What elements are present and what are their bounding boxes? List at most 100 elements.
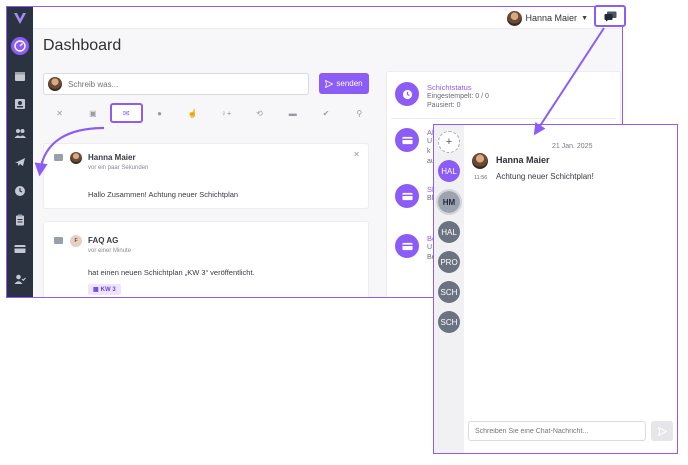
filter-alerts[interactable]: ● bbox=[143, 103, 176, 123]
caret-down-icon: ▼ bbox=[581, 14, 588, 22]
sidebar-item-team[interactable] bbox=[11, 124, 29, 142]
card-badge bbox=[395, 128, 419, 152]
sidebar-item-payments[interactable] bbox=[11, 240, 29, 258]
sidebar-item-user-check[interactable] bbox=[11, 270, 29, 288]
send-icon bbox=[657, 426, 667, 436]
calendar-icon: ▦ bbox=[93, 287, 99, 293]
close-x-icon: ✕ bbox=[56, 108, 63, 118]
top-bar: Hanna Maier ▼ bbox=[33, 7, 622, 29]
swap-icon: ⟲ bbox=[256, 108, 263, 118]
filter-swap[interactable]: ⟲ bbox=[243, 103, 276, 123]
envelope-icon bbox=[54, 154, 63, 161]
post-text: hat einen neuen Schichtplan „KW 3“ veröf… bbox=[88, 268, 255, 277]
clock-icon bbox=[402, 89, 412, 99]
avatar: F bbox=[70, 235, 82, 247]
send-button[interactable]: senden bbox=[319, 73, 369, 94]
sidebar-item-calendar[interactable] bbox=[11, 67, 29, 85]
status-line: Pausiert: 0 bbox=[427, 102, 461, 109]
chat-bubbles-icon bbox=[604, 11, 616, 22]
chat-contact[interactable]: PRO bbox=[438, 251, 460, 273]
chat-contact[interactable]: HAL bbox=[438, 221, 460, 243]
gauge-icon bbox=[14, 40, 26, 52]
message-time: 11:56 bbox=[474, 175, 488, 181]
credit-card-icon bbox=[401, 242, 413, 250]
close-icon[interactable]: ✕ bbox=[353, 150, 360, 159]
message-text: Achtung neuer Schichtplan! bbox=[496, 172, 594, 181]
post-time: vor ein paar Sekunden bbox=[88, 165, 149, 171]
calendar-icon bbox=[54, 237, 63, 244]
filter-all[interactable]: ✕ bbox=[43, 103, 76, 123]
logo-icon bbox=[14, 13, 26, 24]
chat-panel: + HAL HM HAL PRO SCH SCH 21 Jan. 2025 Ha… bbox=[433, 124, 678, 454]
chat-contact[interactable]: SCH bbox=[438, 311, 460, 333]
post-author: Hanna Maier bbox=[88, 153, 136, 162]
post-composer bbox=[43, 73, 309, 95]
location-pin-icon: ⚲ bbox=[356, 108, 363, 118]
panel-card-line: k bbox=[427, 148, 431, 155]
card-badge bbox=[395, 184, 419, 208]
feed-filter-row: ✕ ▣ ✉ ● ☝ ♀+ ⟲ ▬ ✔ ⚲ bbox=[43, 103, 376, 123]
post-input[interactable] bbox=[68, 79, 308, 89]
credit-card-icon bbox=[401, 192, 413, 200]
chat-contact[interactable]: HM bbox=[436, 189, 462, 215]
filter-notes[interactable]: ▣ bbox=[76, 103, 109, 123]
post-author: FAQ AG bbox=[88, 236, 119, 245]
chat-message-input[interactable] bbox=[468, 421, 646, 441]
users-icon bbox=[14, 129, 26, 138]
page-title: Dashboard bbox=[43, 37, 122, 54]
plane-icon bbox=[15, 158, 25, 166]
filter-calendar[interactable]: ▬ bbox=[276, 103, 309, 123]
chat-contact-list: + HAL HM HAL PRO SCH SCH bbox=[434, 125, 464, 453]
chat-date: 21 Jan. 2025 bbox=[552, 143, 593, 150]
schedule-badge[interactable]: ▦ KW 3 bbox=[88, 284, 121, 295]
feed-item: F FAQ AG vor einer Minute hat einen neue… bbox=[43, 221, 369, 297]
avatar bbox=[506, 10, 522, 26]
screenshot-root: Hanna Maier ▼ Dashboard senden ✕ ▣ ✉ ● ☝… bbox=[0, 0, 688, 465]
credit-card-icon bbox=[14, 245, 26, 253]
post-text: Hallo Zusammen! Achtung neuer Schichtpla… bbox=[88, 190, 239, 199]
chat-contact[interactable]: HAL bbox=[438, 160, 460, 182]
send-icon bbox=[325, 79, 334, 88]
post-time: vor einer Minute bbox=[88, 248, 132, 254]
filter-location[interactable]: ⚲ bbox=[343, 103, 376, 123]
avatar bbox=[472, 153, 488, 169]
filter-user-add[interactable]: ♀+ bbox=[209, 103, 242, 123]
sidebar-item-contacts[interactable] bbox=[11, 95, 29, 113]
filter-messages[interactable]: ✉ bbox=[109, 103, 143, 123]
send-button-label: senden bbox=[336, 79, 363, 88]
sidebar-item-dashboard[interactable] bbox=[11, 37, 29, 55]
feed-item: Hanna Maier vor ein paar Sekunden ✕ Hall… bbox=[43, 143, 369, 209]
avatar bbox=[48, 77, 62, 91]
avatar bbox=[70, 152, 82, 164]
user-menu[interactable]: Hanna Maier ▼ bbox=[506, 9, 588, 27]
status-title[interactable]: Schichtstatus bbox=[427, 83, 472, 92]
message-sender: Hanna Maier bbox=[496, 155, 550, 165]
sidebar-item-tasks[interactable] bbox=[11, 211, 29, 229]
status-line: Eingestempelt: 0 / 0 bbox=[427, 93, 489, 100]
sidebar-item-absence[interactable] bbox=[11, 153, 29, 171]
card-badge bbox=[395, 234, 419, 258]
note-icon: ▣ bbox=[89, 108, 97, 118]
calendar-icon bbox=[15, 72, 25, 81]
filter-hand[interactable]: ☝ bbox=[176, 103, 209, 123]
chat-toggle-button[interactable] bbox=[594, 5, 626, 27]
alert-circle-icon: ● bbox=[157, 108, 162, 118]
credit-card-icon bbox=[401, 136, 413, 144]
clock-badge bbox=[395, 82, 419, 106]
hand-icon: ☝ bbox=[187, 108, 198, 118]
user-plus-icon: ♀+ bbox=[220, 108, 232, 118]
panel-card-line: U bbox=[427, 138, 433, 145]
user-check-icon bbox=[14, 274, 26, 284]
check-circle-icon: ✔ bbox=[322, 108, 330, 118]
chat-contact[interactable]: SCH bbox=[438, 281, 460, 303]
schedule-badge-label: KW 3 bbox=[100, 286, 116, 293]
chat-send-button[interactable] bbox=[651, 421, 673, 441]
user-name: Hanna Maier bbox=[525, 13, 578, 23]
contact-card-icon bbox=[15, 99, 25, 109]
add-chat-button[interactable]: + bbox=[438, 131, 460, 153]
sidebar-item-time[interactable] bbox=[11, 182, 29, 200]
filter-check[interactable]: ✔ bbox=[309, 103, 342, 123]
clipboard-icon bbox=[16, 214, 24, 226]
calendar-small-icon: ▬ bbox=[288, 108, 297, 118]
envelope-icon: ✉ bbox=[122, 108, 130, 118]
